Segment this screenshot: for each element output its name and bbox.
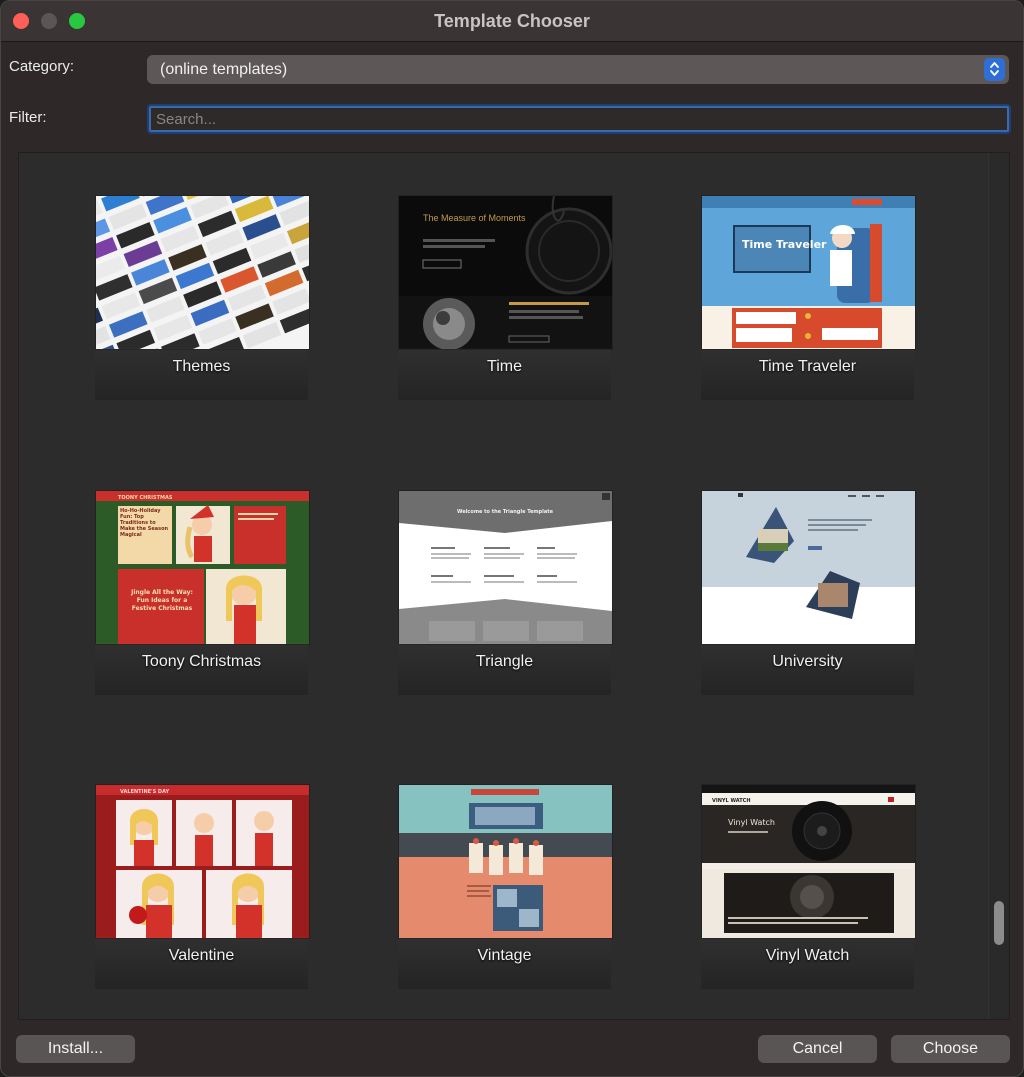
template-tile-triangle[interactable]: Welcome to the Triangle Template Triangl… xyxy=(398,490,613,695)
template-thumbnail: Welcome to the Triangle Template xyxy=(398,490,613,645)
title-bar: Template Chooser xyxy=(1,1,1023,42)
window-title: Template Chooser xyxy=(434,11,590,31)
template-tile-toony-christmas[interactable]: TOONY CHRISTMAS Ho-Ho-Holiday Fun: Top T… xyxy=(95,490,310,695)
template-chooser-window: Template Chooser Category: (online templ… xyxy=(0,0,1024,1077)
svg-text:Time Traveler: Time Traveler xyxy=(742,238,827,251)
template-name: Toony Christmas xyxy=(141,653,262,670)
template-thumbnail: The Measure of Moments xyxy=(398,195,613,350)
template-thumbnail: TOONY CHRISTMAS Ho-Ho-Holiday Fun: Top T… xyxy=(95,490,310,645)
template-name: Time Traveler xyxy=(758,358,857,375)
svg-text:Welcome to the Triangle Templa: Welcome to the Triangle Template xyxy=(457,509,554,515)
template-gallery: Themes The Measure of Moments Time Time … xyxy=(18,152,1010,1020)
gallery-scrollbar[interactable] xyxy=(988,153,1009,1019)
template-thumbnail xyxy=(701,490,916,645)
category-label: Category: xyxy=(9,58,75,75)
category-select[interactable]: (online templates) xyxy=(147,55,1009,84)
template-name: Time xyxy=(487,358,522,375)
template-tile-valentine[interactable]: VALENTINE'S DAY Valentine xyxy=(95,784,310,989)
template-tile-university[interactable]: University xyxy=(701,490,916,695)
updown-chevron-icon[interactable] xyxy=(984,58,1005,81)
template-thumbnail xyxy=(398,784,613,939)
svg-text:VINYL WATCH: VINYL WATCH xyxy=(712,798,751,804)
template-thumbnail: VALENTINE'S DAY xyxy=(95,784,310,939)
template-thumbnail: VINYL WATCH Vinyl Watch xyxy=(701,784,916,939)
template-name: University xyxy=(772,653,843,670)
template-name: Valentine xyxy=(168,947,235,964)
template-thumbnail: Time Traveler xyxy=(701,195,916,350)
template-tile-themes[interactable]: Themes xyxy=(95,195,310,400)
template-tile-vinyl-watch[interactable]: VINYL WATCH Vinyl Watch Vinyl Watch xyxy=(701,784,916,989)
template-tile-time[interactable]: The Measure of Moments Time xyxy=(398,195,613,400)
template-name: Triangle xyxy=(475,653,534,670)
search-input[interactable] xyxy=(147,104,1011,134)
template-tile-time-traveler[interactable]: Time Traveler Time Traveler xyxy=(701,195,916,400)
template-name: Vintage xyxy=(477,947,532,964)
svg-text:VALENTINE'S DAY: VALENTINE'S DAY xyxy=(120,789,169,795)
category-selected-value: (online templates) xyxy=(160,61,288,78)
svg-text:TOONY CHRISTMAS: TOONY CHRISTMAS xyxy=(118,495,173,501)
template-name: Themes xyxy=(172,358,231,375)
install-button[interactable]: Install... xyxy=(16,1035,135,1063)
template-thumbnail xyxy=(95,195,310,350)
choose-button[interactable]: Choose xyxy=(891,1035,1010,1063)
svg-text:The Measure of Moments: The Measure of Moments xyxy=(423,213,526,223)
cancel-button[interactable]: Cancel xyxy=(758,1035,877,1063)
template-tile-vintage[interactable]: Vintage xyxy=(398,784,613,989)
template-name: Vinyl Watch xyxy=(765,947,850,964)
svg-text:Vinyl Watch: Vinyl Watch xyxy=(728,818,775,827)
scrollbar-thumb[interactable] xyxy=(994,901,1004,945)
filter-label: Filter: xyxy=(9,109,47,126)
